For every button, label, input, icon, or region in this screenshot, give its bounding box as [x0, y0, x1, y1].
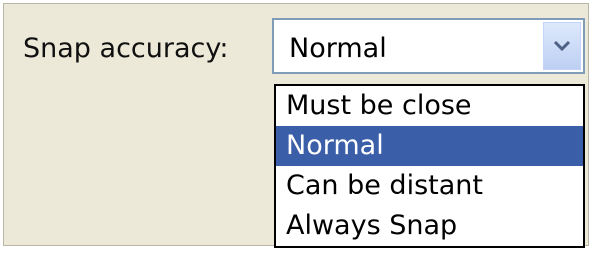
snap-accuracy-selected-value: Normal: [289, 33, 387, 64]
snap-accuracy-options-list: Must be close Normal Can be distant Alwa…: [274, 84, 585, 248]
chevron-down-icon: [553, 40, 571, 52]
settings-panel: Snap accuracy: Normal Must be close Norm…: [3, 3, 589, 248]
dropdown-button[interactable]: [543, 22, 581, 70]
option-normal[interactable]: Normal: [276, 126, 583, 166]
snap-accuracy-select[interactable]: Normal: [272, 18, 585, 74]
option-must-be-close[interactable]: Must be close: [276, 86, 583, 126]
snap-accuracy-label: Snap accuracy:: [23, 33, 229, 64]
option-can-be-distant[interactable]: Can be distant: [276, 166, 583, 206]
option-always-snap[interactable]: Always Snap: [276, 206, 583, 246]
